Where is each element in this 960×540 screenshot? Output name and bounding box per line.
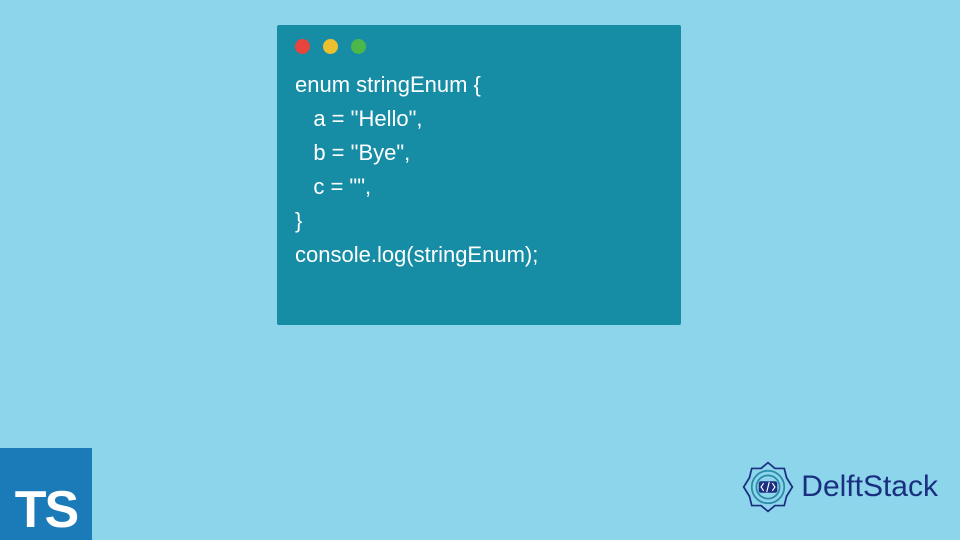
- delftstack-icon: [739, 458, 797, 516]
- typescript-logo: TS: [0, 448, 92, 540]
- minimize-icon: [323, 39, 338, 54]
- maximize-icon: [351, 39, 366, 54]
- code-window: enum stringEnum { a = "Hello", b = "Bye"…: [277, 25, 681, 325]
- close-icon: [295, 39, 310, 54]
- code-content: enum stringEnum { a = "Hello", b = "Bye"…: [277, 64, 681, 277]
- delftstack-brand: DelftStack: [739, 458, 938, 516]
- window-controls: [277, 25, 681, 64]
- typescript-logo-text: TS: [15, 484, 77, 540]
- delftstack-label: DelftStack: [801, 470, 938, 504]
